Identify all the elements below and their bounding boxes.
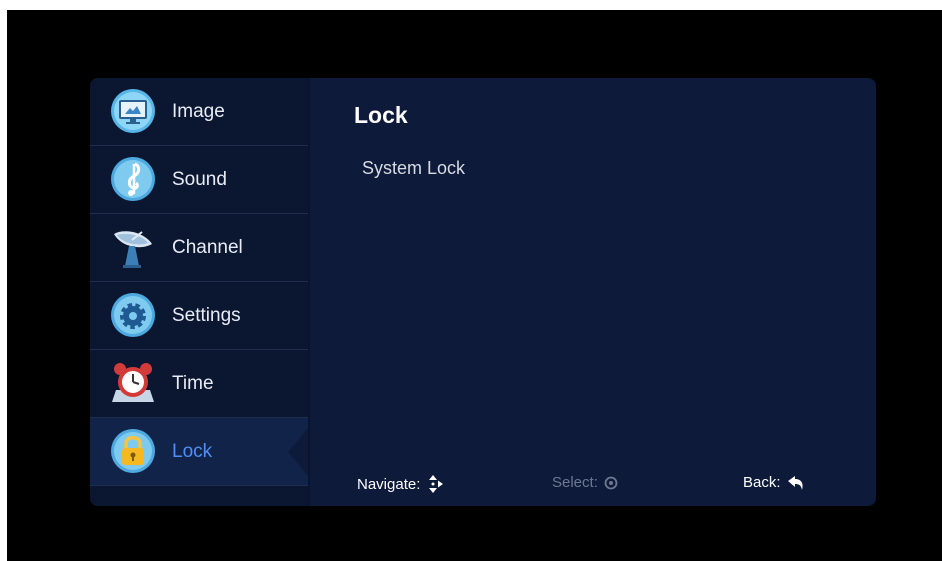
music-note-icon <box>111 157 155 201</box>
sidebar-item-sound[interactable]: Sound <box>90 146 308 214</box>
ok-button-icon <box>604 476 618 489</box>
sidebar-item-label: Settings <box>172 305 241 326</box>
sidebar-item-channel[interactable]: Channel <box>90 214 308 282</box>
monitor-icon <box>111 89 155 133</box>
navigate-hint: Navigate: <box>357 474 444 494</box>
sidebar-item-label: Channel <box>172 237 243 258</box>
sidebar-item-settings[interactable]: Settings <box>90 282 308 350</box>
tv-screen: Image Sound Channel Settings Time Lock L… <box>7 10 942 561</box>
sidebar-item-label: Sound <box>172 169 227 190</box>
page-title: Lock <box>354 102 408 128</box>
back-hint: Back: <box>743 474 805 491</box>
sidebar-item-label: Time <box>172 373 214 394</box>
option-system-lock[interactable]: System Lock <box>362 158 465 179</box>
sidebar-item-time[interactable]: Time <box>90 350 308 418</box>
back-label: Back: <box>743 474 781 491</box>
settings-menu: Image Sound Channel Settings Time Lock L… <box>90 78 876 506</box>
sidebar-item-lock[interactable]: Lock <box>90 418 308 486</box>
sidebar-item-label: Lock <box>172 441 213 462</box>
alarm-clock-icon <box>112 363 154 402</box>
gear-icon <box>111 293 155 337</box>
sidebar-item-image[interactable]: Image <box>90 78 308 146</box>
back-arrow-icon <box>787 475 803 490</box>
satellite-dish-icon <box>114 231 152 268</box>
navigate-arrows-icon <box>429 475 444 493</box>
padlock-icon <box>111 429 155 473</box>
footer-hints: Navigate: Select: Back: <box>310 470 876 496</box>
navigate-label: Navigate: <box>357 475 421 493</box>
select-hint: Select: <box>552 474 618 491</box>
sidebar: Image Sound Channel Settings Time Lock <box>90 78 308 506</box>
sidebar-item-label: Image <box>172 101 225 122</box>
select-label: Select: <box>552 474 598 491</box>
content-panel: Lock System Lock Navigate: Select: Back: <box>308 78 876 506</box>
